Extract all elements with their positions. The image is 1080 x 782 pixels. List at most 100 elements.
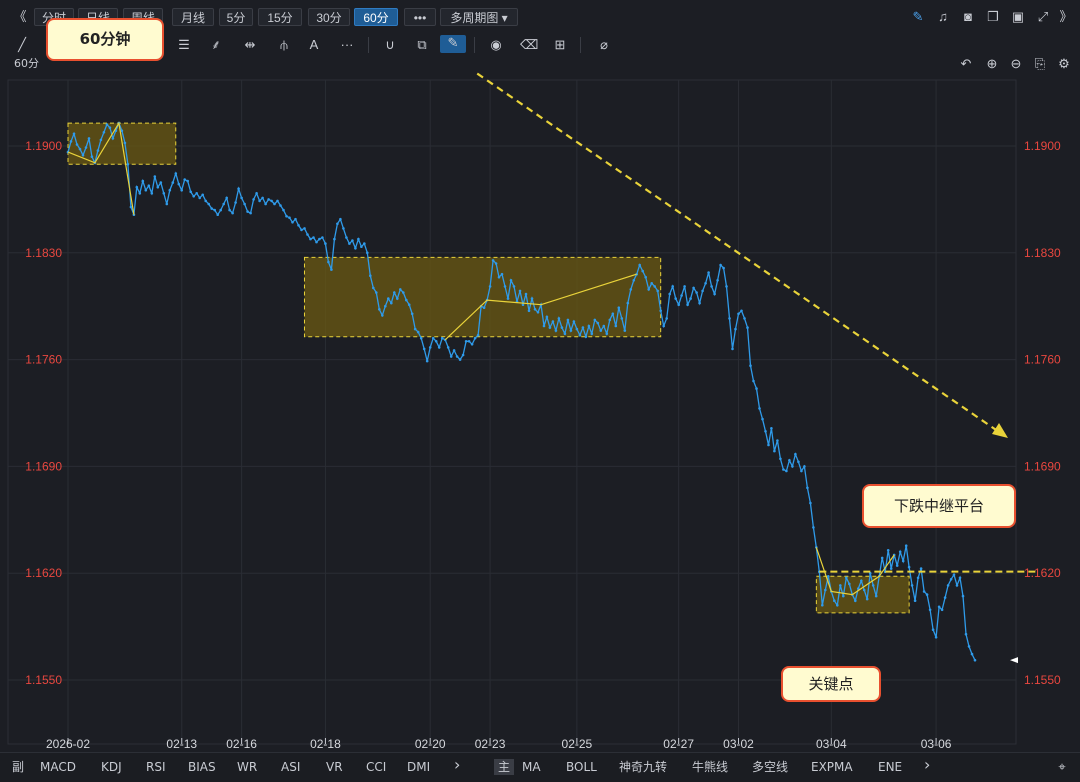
price-point	[503, 285, 507, 288]
price-point	[222, 202, 225, 206]
sub-indicator-tab[interactable]: MACD	[40, 759, 76, 775]
price-chart[interactable]: 1.1900 1.1900 1.1830 1.1830 1.1760 1.1760 1.16…	[0, 72, 1080, 752]
price-point	[476, 333, 480, 337]
price-point	[357, 237, 360, 241]
sub-indicator-tab[interactable]: CCI	[366, 759, 386, 775]
price-point	[611, 312, 615, 316]
price-point	[189, 190, 192, 194]
price-point	[656, 289, 659, 293]
price-point	[219, 208, 222, 212]
gann-tool-icon[interactable]: ⸙	[208, 37, 224, 53]
price-point	[201, 193, 204, 197]
sub-indicator-tab[interactable]: ASI	[281, 759, 300, 775]
eye-icon[interactable]: ◉	[488, 37, 504, 53]
price-point	[452, 349, 456, 352]
price-point	[279, 204, 282, 207]
screen-icon[interactable]: ▣	[1010, 10, 1026, 24]
pen-icon[interactable]: ✎	[440, 35, 466, 53]
price-point	[910, 584, 914, 587]
settings-icon[interactable]: ⚙	[1056, 56, 1072, 72]
key-point-callout: 关键点	[781, 666, 881, 702]
price-point	[111, 137, 115, 140]
price-point	[288, 216, 291, 219]
price-point	[626, 301, 630, 305]
price-point	[734, 327, 737, 331]
layer-icon[interactable]: ⧉	[414, 37, 430, 53]
price-point	[845, 576, 848, 580]
sub-indicator-tab[interactable]: VR	[326, 759, 343, 775]
zoom-out-icon[interactable]: ⊖	[1008, 56, 1024, 72]
main-indicator-tab[interactable]: ENE	[878, 759, 902, 775]
collapse-left-icon[interactable]: 《	[10, 9, 30, 25]
price-point	[144, 188, 148, 192]
location-icon[interactable]: ⌖	[1054, 759, 1070, 775]
price-point	[255, 192, 258, 195]
price-point	[533, 308, 537, 311]
trash-icon[interactable]: ⌫	[520, 37, 538, 53]
period-button[interactable]: 月线	[172, 8, 214, 26]
camera-icon[interactable]: ◙	[960, 10, 976, 24]
pitchfork-tool-icon[interactable]: ⫛	[276, 37, 292, 53]
grid-icon[interactable]: ⊞	[552, 37, 568, 53]
price-point	[934, 636, 938, 639]
text-tool-icon[interactable]: A	[306, 37, 322, 53]
main-indicator-tab[interactable]: MA	[522, 759, 541, 775]
sub-indicator-tab[interactable]: WR	[237, 759, 257, 775]
price-point	[803, 465, 806, 468]
chart-area[interactable]: 1.1900 1.1900 1.1830 1.1830 1.1760 1.1760 1.16…	[0, 72, 1080, 752]
price-point	[839, 584, 842, 587]
main-indicator-tab[interactable]: EXPMA	[811, 759, 853, 775]
price-point	[225, 196, 228, 200]
period-button[interactable]: 30分	[308, 8, 350, 26]
price-point	[297, 224, 300, 227]
copy-icon[interactable]: ❐	[985, 10, 1001, 24]
fib-tool-icon[interactable]: ☰	[176, 37, 192, 53]
period-button[interactable]: 5分	[219, 8, 253, 26]
price-point	[207, 202, 210, 206]
zoom-in-icon[interactable]: ⊕	[984, 56, 1000, 72]
line-tool-icon[interactable]: ╱	[14, 37, 30, 53]
price-point	[312, 236, 315, 239]
price-point	[360, 245, 363, 248]
price-point	[617, 306, 621, 309]
price-point	[123, 141, 127, 145]
multi-period-dropdown[interactable]: 多周期图 ▾	[440, 8, 518, 26]
period-button[interactable]: 15分	[258, 8, 302, 26]
expand-right-icon[interactable]: 》	[1056, 9, 1076, 25]
sub-indicator-tab[interactable]: DMI	[407, 759, 430, 775]
y-tick-label-left: 1.1830	[25, 246, 62, 260]
price-point	[527, 309, 531, 313]
price-point	[213, 208, 216, 212]
main-indicator-tab[interactable]: BOLL	[566, 759, 597, 775]
main-indicator-tab[interactable]: 神奇九转	[619, 759, 667, 775]
price-point	[919, 567, 923, 570]
price-point	[183, 178, 186, 181]
measure-tool-icon[interactable]: ⇹	[242, 37, 258, 53]
draw-mode-icon[interactable]: ✎	[910, 10, 926, 24]
ruler-icon[interactable]: ⌀	[596, 37, 612, 53]
price-point	[764, 430, 767, 433]
sub-indicator-tab[interactable]: RSI	[146, 759, 166, 775]
price-point	[336, 222, 339, 226]
more-tools-icon[interactable]: ···	[338, 37, 356, 53]
main-indicator-tab[interactable]: 牛熊线	[692, 759, 728, 775]
magnet-icon[interactable]: ∪	[382, 37, 398, 53]
price-point	[773, 449, 776, 453]
price-point	[629, 288, 633, 291]
price-point	[862, 588, 866, 592]
sub-next-icon[interactable]: ›	[454, 757, 460, 773]
fullscreen-icon[interactable]: ⤢	[1035, 10, 1051, 24]
price-point	[940, 608, 944, 612]
price-point	[755, 387, 758, 390]
period-label: 60分	[14, 57, 39, 70]
price-point	[252, 198, 255, 201]
sub-indicator-tab[interactable]: KDJ	[101, 759, 122, 775]
more-periods-button[interactable]: •••	[404, 8, 436, 26]
sub-indicator-tab[interactable]: BIAS	[188, 759, 216, 775]
main-next-icon[interactable]: ›	[924, 757, 930, 773]
period-button[interactable]: 60分	[354, 8, 398, 26]
undo-icon[interactable]: ↶	[958, 56, 974, 72]
alert-bell-icon[interactable]: ♫	[935, 10, 951, 24]
export-icon[interactable]: ⎘	[1032, 56, 1048, 72]
main-indicator-tab[interactable]: 多空线	[752, 759, 788, 775]
